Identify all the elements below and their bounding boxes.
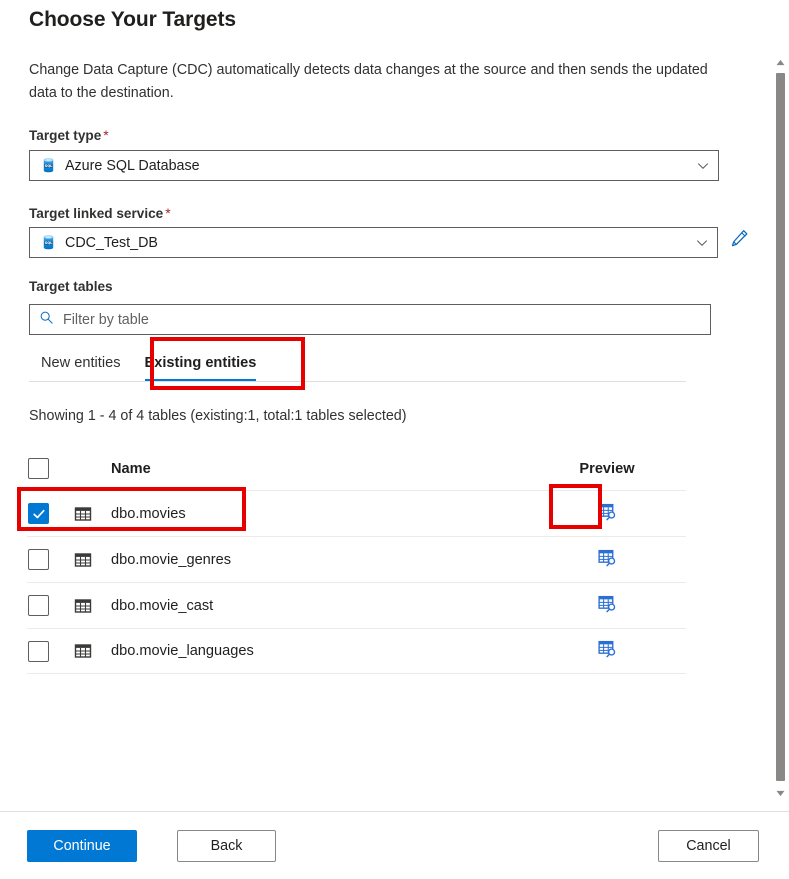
table-row[interactable]: dbo.movie_languages xyxy=(27,628,686,674)
scroll-down-arrow-icon-svg xyxy=(776,790,785,797)
scroll-up-arrow-icon[interactable] xyxy=(772,55,789,70)
table-icon xyxy=(74,551,111,569)
row-checkbox[interactable] xyxy=(28,549,49,570)
target-tables-table: Name Preview dbo.movies dbo.movie_genres… xyxy=(27,447,686,674)
table-preview-icon-svg xyxy=(597,595,615,612)
row-preview-cell xyxy=(556,549,686,571)
continue-button[interactable]: Continue xyxy=(27,830,137,862)
table-row-name: dbo.movie_cast xyxy=(111,597,214,614)
tab-existing-entities[interactable]: Existing entities xyxy=(133,344,269,381)
target-type-label: Target type * xyxy=(29,127,109,143)
azure-sql-database-icon: SQL xyxy=(40,157,57,174)
showing-count-text: Showing 1 - 4 of 4 tables (existing:1, t… xyxy=(29,408,407,424)
row-checkbox[interactable] xyxy=(28,595,49,616)
table-row-name: dbo.movie_genres xyxy=(111,551,232,568)
row-preview-cell xyxy=(556,640,686,662)
target-tables-label-text: Target tables xyxy=(29,279,113,294)
table-icon-svg xyxy=(74,644,92,658)
edit-linked-service-button[interactable] xyxy=(727,228,751,252)
azure-sql-database-icon-svg: SQL xyxy=(43,158,54,173)
required-marker: * xyxy=(103,127,109,143)
chevron-down-icon xyxy=(695,236,709,250)
table-row-name: dbo.movie_languages xyxy=(111,643,254,659)
search-icon-svg xyxy=(40,311,53,324)
select-all-cell xyxy=(27,458,74,479)
select-all-checkbox[interactable] xyxy=(28,458,49,479)
scroll-down-arrow-icon[interactable] xyxy=(772,786,789,801)
search-input[interactable] xyxy=(54,310,702,329)
table-preview-icon xyxy=(597,548,618,572)
table-icon xyxy=(74,642,111,660)
table-preview-button[interactable] xyxy=(596,503,618,525)
table-preview-button[interactable] xyxy=(596,595,618,617)
table-row-name: dbo.movies xyxy=(111,505,186,522)
required-marker: * xyxy=(165,205,171,221)
target-linked-service-label: Target linked service * xyxy=(29,205,171,221)
table-preview-icon xyxy=(597,639,618,663)
row-select-cell xyxy=(27,503,74,524)
scrollable-content: Choose Your Targets Change Data Capture … xyxy=(0,0,789,812)
table-preview-icon xyxy=(597,594,618,618)
target-type-label-text: Target type xyxy=(29,128,102,143)
target-linked-service-label-text: Target linked service xyxy=(29,206,164,221)
row-checkbox[interactable] xyxy=(28,640,49,662)
table-icon xyxy=(74,505,111,523)
row-select-cell xyxy=(27,595,74,616)
table-preview-icon-svg xyxy=(597,549,615,566)
target-type-value: Azure SQL Database xyxy=(65,157,200,174)
table-preview-icon-svg xyxy=(597,503,615,520)
svg-text:SQL: SQL xyxy=(45,164,53,168)
page-title: Choose Your Targets xyxy=(29,8,236,31)
tab-new-entities[interactable]: New entities xyxy=(29,344,133,381)
column-header-preview: Preview xyxy=(579,460,635,477)
table-header-row: Name Preview xyxy=(27,447,686,490)
scroll-up-arrow-icon-svg xyxy=(776,59,785,66)
row-select-cell xyxy=(27,549,74,570)
table-preview-button[interactable] xyxy=(596,640,618,662)
target-type-dropdown[interactable]: SQL Azure SQL Database xyxy=(29,150,719,181)
entity-tabs: New entities Existing entities xyxy=(29,344,686,382)
search-icon xyxy=(39,310,54,330)
target-linked-service-value: CDC_Test_DB xyxy=(65,234,158,251)
azure-sql-database-icon: SQL xyxy=(40,234,57,251)
row-preview-cell xyxy=(556,503,686,525)
chevron-down-icon xyxy=(696,159,710,173)
cancel-button[interactable]: Cancel xyxy=(658,830,759,862)
table-filter-search-box[interactable] xyxy=(29,304,711,335)
target-tables-label: Target tables xyxy=(29,279,113,294)
scrollbar-thumb[interactable] xyxy=(776,73,785,781)
row-preview-cell xyxy=(556,595,686,617)
chevron-down-icon-svg xyxy=(696,239,708,246)
dialog-footer: Continue Back Cancel xyxy=(0,811,789,879)
page-description: Change Data Capture (CDC) automatically … xyxy=(29,62,708,101)
table-icon-svg xyxy=(74,506,92,521)
table-row[interactable]: dbo.movie_genres xyxy=(27,536,686,582)
back-button[interactable]: Back xyxy=(177,830,276,862)
table-icon-svg xyxy=(74,598,92,613)
azure-sql-database-icon-svg: SQL xyxy=(43,235,54,250)
pencil-icon-svg xyxy=(731,230,747,247)
vertical-scrollbar[interactable] xyxy=(772,55,789,801)
pencil-icon xyxy=(729,228,750,252)
table-icon-svg xyxy=(74,552,92,567)
table-preview-icon-svg xyxy=(597,640,615,658)
row-checkbox[interactable] xyxy=(28,503,49,524)
table-preview-button[interactable] xyxy=(596,549,618,571)
table-row[interactable]: dbo.movie_cast xyxy=(27,582,686,628)
target-linked-service-dropdown[interactable]: SQL CDC_Test_DB xyxy=(29,227,718,258)
table-icon xyxy=(74,597,111,615)
cdc-target-selection-dialog: Choose Your Targets Change Data Capture … xyxy=(0,0,789,879)
table-row[interactable]: dbo.movies xyxy=(27,490,686,536)
row-select-cell xyxy=(27,640,74,662)
table-preview-icon xyxy=(597,502,618,526)
svg-text:SQL: SQL xyxy=(45,241,53,245)
column-header-name: Name xyxy=(111,460,151,477)
checkmark-icon xyxy=(32,509,45,518)
chevron-down-icon-svg xyxy=(697,162,709,169)
